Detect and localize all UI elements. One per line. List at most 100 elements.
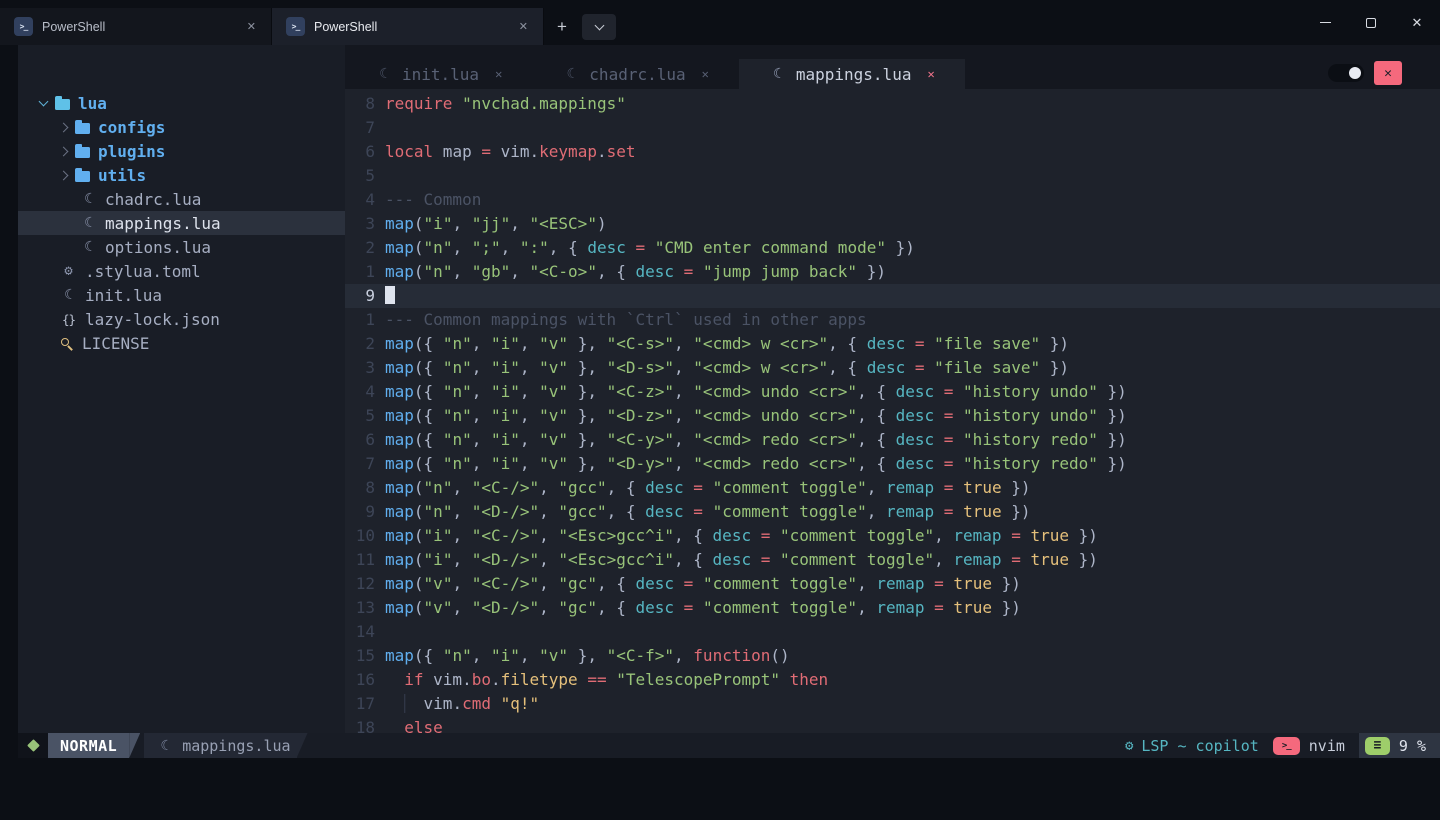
token: "n" <box>443 334 472 353</box>
token: "i" <box>491 406 520 425</box>
terminal-tab[interactable]: >_PowerShell✕ <box>272 8 544 45</box>
token: "<cmd> w <cr>" <box>693 358 828 377</box>
token: = <box>915 358 925 377</box>
token: map <box>385 382 414 401</box>
tree-item-chadrc-lua[interactable]: ☾chadrc.lua <box>18 187 345 211</box>
statusline-filename: mappings.lua <box>182 737 290 755</box>
code-editor[interactable]: 8require "nvchad.mappings"76local map = … <box>345 89 1440 733</box>
token: desc <box>867 334 906 353</box>
token: "i" <box>424 526 453 545</box>
gear-icon: ⚙ <box>1125 738 1133 754</box>
buffer-tab-chadrc-lua[interactable]: ☾chadrc.lua✕ <box>532 59 739 89</box>
terminal-tab[interactable]: >_PowerShell✕ <box>0 8 272 45</box>
buffer-tab-mappings-lua[interactable]: ☾mappings.lua✕ <box>739 59 965 89</box>
line-number: 1 <box>345 260 385 284</box>
tab-close-icon[interactable]: ✕ <box>240 18 263 35</box>
theme-toggle-button[interactable] <box>1328 64 1364 82</box>
token: "gcc" <box>558 478 606 497</box>
token: --- Common mappings with `Ctrl` used in … <box>385 310 867 329</box>
tree-item-options-lua[interactable]: ☾options.lua <box>18 235 345 259</box>
token <box>780 670 790 689</box>
tree-item-label: plugins <box>98 142 165 161</box>
token: ({ <box>414 406 443 425</box>
tree-item-utils[interactable]: utils <box>18 163 345 187</box>
tab-close-icon[interactable]: ✕ <box>512 18 535 35</box>
token <box>905 334 915 353</box>
code-line: 16 if vim.bo.filetype == "TelescopePromp… <box>345 668 1440 692</box>
lua-icon: ☾ <box>60 287 77 303</box>
token: , <box>539 550 558 569</box>
tree-item-label: lua <box>78 94 107 113</box>
host-label: nvim <box>1309 737 1345 755</box>
minimize-button[interactable] <box>1302 0 1348 45</box>
token: "jj" <box>472 214 511 233</box>
token: "i" <box>491 334 520 353</box>
token: = <box>693 478 703 497</box>
token <box>693 262 703 281</box>
token <box>703 478 713 497</box>
token: = <box>944 478 954 497</box>
line-number: 18 <box>345 716 385 733</box>
close-buffer-button[interactable]: ✕ <box>1374 61 1402 85</box>
token: map <box>385 430 414 449</box>
token: "gcc" <box>558 502 606 521</box>
token: , <box>674 358 693 377</box>
buffer-close-icon[interactable]: ✕ <box>921 67 934 81</box>
tree-item-plugins[interactable]: plugins <box>18 139 345 163</box>
buffer-close-icon[interactable]: ✕ <box>489 67 502 81</box>
buffer-tab-label: init.lua <box>402 65 479 84</box>
token: "n" <box>424 502 453 521</box>
token: "file save" <box>934 334 1040 353</box>
tab-dropdown-button[interactable] <box>582 14 616 40</box>
tree-item-init-lua[interactable]: ☾init.lua <box>18 283 345 307</box>
token: "<C-/>" <box>472 526 539 545</box>
token: vim. <box>491 142 539 161</box>
tree-item-license[interactable]: LICENSE <box>18 331 345 355</box>
buffer-tab-init-lua[interactable]: ☾ init.lua ✕ <box>345 59 532 89</box>
line-text: map("n", "gb", "<C-o>", { desc = "jump j… <box>385 260 886 284</box>
lua-icon: ☾ <box>769 66 786 82</box>
token: , { <box>597 574 636 593</box>
token: }, <box>568 358 607 377</box>
token: "<C-s>" <box>607 334 674 353</box>
tree-item-mappings-lua[interactable]: ☾mappings.lua <box>18 211 345 235</box>
token: }, <box>568 382 607 401</box>
line-number: 8 <box>345 476 385 500</box>
token: "<D-/>" <box>472 502 539 521</box>
token: "v" <box>539 454 568 473</box>
tree-item--stylua-toml[interactable]: ⚙.stylua.toml <box>18 259 345 283</box>
token <box>751 550 761 569</box>
token: = <box>1011 550 1021 569</box>
tree-item-lua[interactable]: lua <box>18 91 345 115</box>
line-text: map({ "n", "i", "v" }, "<C-s>", "<cmd> w… <box>385 332 1069 356</box>
token: remap <box>876 598 924 617</box>
tree-item-lazy-lock-json[interactable]: {}lazy-lock.json <box>18 307 345 331</box>
new-tab-button[interactable]: + <box>544 8 580 45</box>
lines-glyph: ≡ <box>1373 738 1381 753</box>
line-number: 6 <box>345 140 385 164</box>
line-number: 8 <box>345 92 385 116</box>
line-text: map("n", "<C-/>", "gcc", { desc = "comme… <box>385 476 1031 500</box>
line-number: 7 <box>345 116 385 140</box>
cursor-position-segment: ≡ 9 % <box>1359 733 1440 758</box>
token <box>953 406 963 425</box>
token: desc <box>867 358 906 377</box>
lua-icon: ☾ <box>375 66 392 82</box>
line-text: map({ "n", "i", "v" }, "<D-z>", "<cmd> u… <box>385 404 1127 428</box>
command-line[interactable] <box>18 758 1440 820</box>
token: true <box>963 478 1002 497</box>
token: , { <box>549 238 588 257</box>
tree-item-configs[interactable]: configs <box>18 115 345 139</box>
token: , <box>472 358 491 377</box>
token: "TelescopePrompt" <box>616 670 780 689</box>
close-window-button[interactable]: ✕ <box>1394 0 1440 45</box>
token: ( <box>414 238 424 257</box>
maximize-button[interactable] <box>1348 0 1394 45</box>
buffer-close-icon[interactable]: ✕ <box>696 67 709 81</box>
token: }) <box>857 262 886 281</box>
token <box>925 574 935 593</box>
code-line: 12map("v", "<C-/>", "gc", { desc = "comm… <box>345 572 1440 596</box>
token: , { <box>857 406 896 425</box>
token: "<C-o>" <box>530 262 597 281</box>
token <box>905 358 915 377</box>
